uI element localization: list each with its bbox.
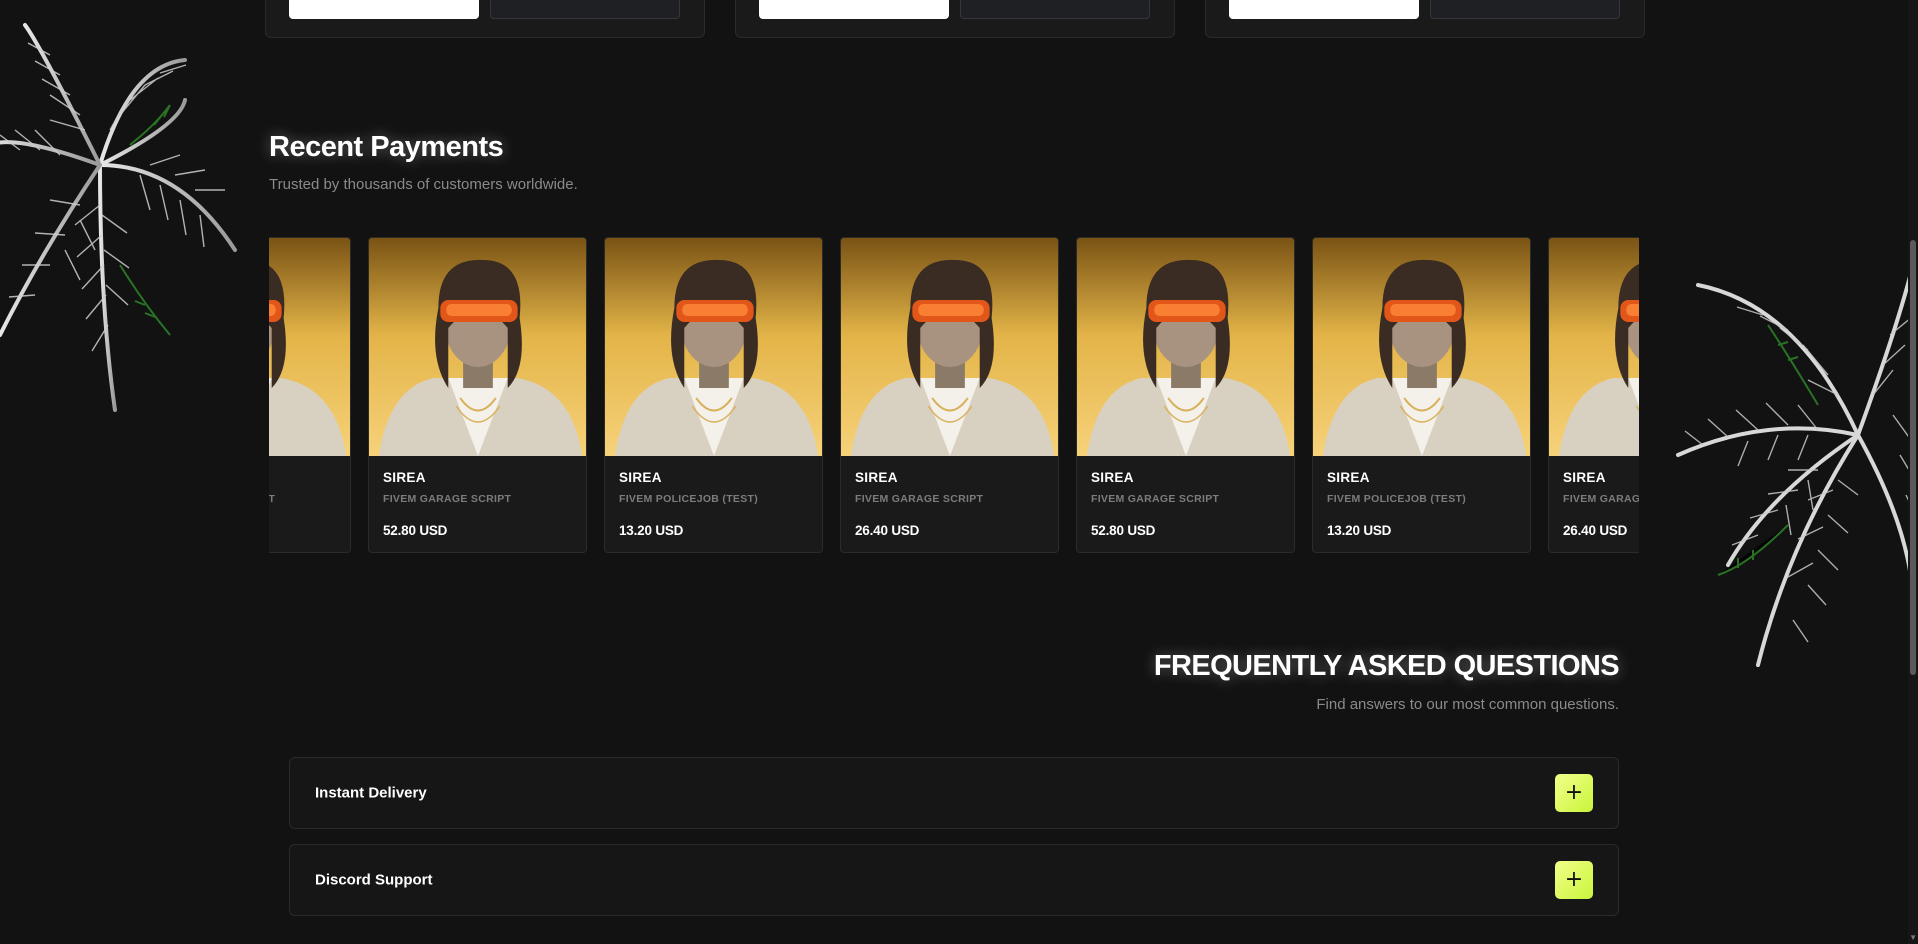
payment-product-name: FIVEM GARAGE SCRIPT bbox=[855, 493, 984, 505]
product-artwork-image bbox=[605, 238, 822, 456]
product-card bbox=[265, 0, 705, 38]
payment-customer-name: SIREA bbox=[1563, 470, 1606, 485]
recent-payments-subtitle: Trusted by thousands of customers worldw… bbox=[269, 176, 578, 193]
faq-subtitle: Find answers to our most common question… bbox=[1316, 696, 1619, 713]
product-secondary-button[interactable] bbox=[490, 0, 680, 19]
payment-product-name: FIVEM POLICEJOB (TEST) bbox=[619, 493, 759, 505]
product-cards-row bbox=[265, 0, 1645, 38]
payment-customer-name: SIREA bbox=[1327, 470, 1370, 485]
faq-question: Discord Support bbox=[315, 871, 433, 889]
payment-product-name: FIVEM GARAGE SCRIPT bbox=[383, 493, 512, 505]
payment-card[interactable]: SIREAFIVEM GARAGE SCRIPT26.40 USD bbox=[269, 237, 351, 553]
product-artwork-image bbox=[1077, 238, 1294, 456]
payment-price: 13.20 USD bbox=[619, 523, 684, 538]
product-primary-button[interactable] bbox=[759, 0, 949, 19]
plus-icon[interactable]: + bbox=[1555, 774, 1593, 812]
payment-customer-name: SIREA bbox=[855, 470, 898, 485]
product-secondary-button[interactable] bbox=[960, 0, 1150, 19]
product-artwork-image bbox=[841, 238, 1058, 456]
product-primary-button[interactable] bbox=[1229, 0, 1419, 19]
payment-card[interactable]: SIREA FIVEM GARAGE SCRIPT 52.80 USD bbox=[1076, 237, 1295, 553]
payment-price: 52.80 USD bbox=[1091, 523, 1156, 538]
carousel-track: SIREA FIVEM GARAGE SCRIPT 26.40 USD SIREA FI… bbox=[269, 237, 1639, 553]
palm-tree-icon bbox=[1676, 265, 1918, 667]
payment-product-name: FIVEM GARAGE SCRIPT bbox=[1563, 493, 1639, 505]
faq-title: FREQUENTLY ASKED QUESTIONS bbox=[1153, 650, 1620, 682]
payment-card[interactable]: SIREA FIVEM GARAGE SCRIPT 52.80 USD bbox=[368, 237, 587, 553]
payment-price: 26.40 USD bbox=[1563, 523, 1628, 538]
payment-customer-name: SIREA bbox=[619, 470, 662, 485]
payment-card[interactable]: SIREA FIVEM GARAGE SCRIPT 26.40 USD bbox=[1548, 237, 1639, 553]
product-artwork-image bbox=[269, 238, 350, 456]
recent-payments-carousel[interactable]: SIREA FIVEM GARAGE SCRIPT 26.40 USD SIREA FI… bbox=[269, 237, 1639, 554]
payment-product-name: FIVEM GARAGE SCRIPT bbox=[269, 493, 276, 505]
page-scrollbar[interactable]: ▼ bbox=[1908, 0, 1918, 944]
payment-card[interactable]: SIREA FIVEM GARAGE SCRIPT 26.40 USD bbox=[840, 237, 1059, 553]
scrollbar-thumb[interactable] bbox=[1910, 240, 1916, 675]
payment-card[interactable]: SIREA FIVEM POLICEJOB (TEST) 13.20 USD bbox=[1312, 237, 1531, 553]
payment-product-name: FIVEM POLICEJOB (TEST) bbox=[1327, 493, 1467, 505]
plus-icon[interactable]: + bbox=[1555, 861, 1593, 899]
faq-item-discord-support[interactable]: Discord Support + bbox=[289, 844, 1619, 916]
payment-customer-name: SIREA bbox=[1091, 470, 1134, 485]
product-artwork-image bbox=[1313, 238, 1530, 456]
faq-question: Instant Delivery bbox=[315, 784, 427, 802]
payment-card[interactable]: SIREA FIVEM POLICEJOB (TEST) 13.20 USD bbox=[604, 237, 823, 553]
payment-price: 13.20 USD bbox=[1327, 523, 1392, 538]
payment-price: 52.80 USD bbox=[383, 523, 448, 538]
product-card bbox=[1205, 0, 1645, 38]
palm-tree-icon bbox=[0, 23, 237, 412]
product-card bbox=[735, 0, 1175, 38]
recent-payments-title: Recent Payments bbox=[269, 131, 504, 163]
scroll-down-arrow-icon[interactable]: ▼ bbox=[1909, 933, 1917, 942]
payment-product-name: FIVEM GARAGE SCRIPT bbox=[1091, 493, 1220, 505]
payment-customer-name: SIREA bbox=[383, 470, 426, 485]
product-artwork-image bbox=[1549, 238, 1639, 456]
product-secondary-button[interactable] bbox=[1430, 0, 1620, 19]
product-primary-button[interactable] bbox=[289, 0, 479, 19]
product-artwork-image bbox=[369, 238, 586, 456]
payment-price: 26.40 USD bbox=[855, 523, 920, 538]
faq-item-instant-delivery[interactable]: Instant Delivery + bbox=[289, 757, 1619, 829]
